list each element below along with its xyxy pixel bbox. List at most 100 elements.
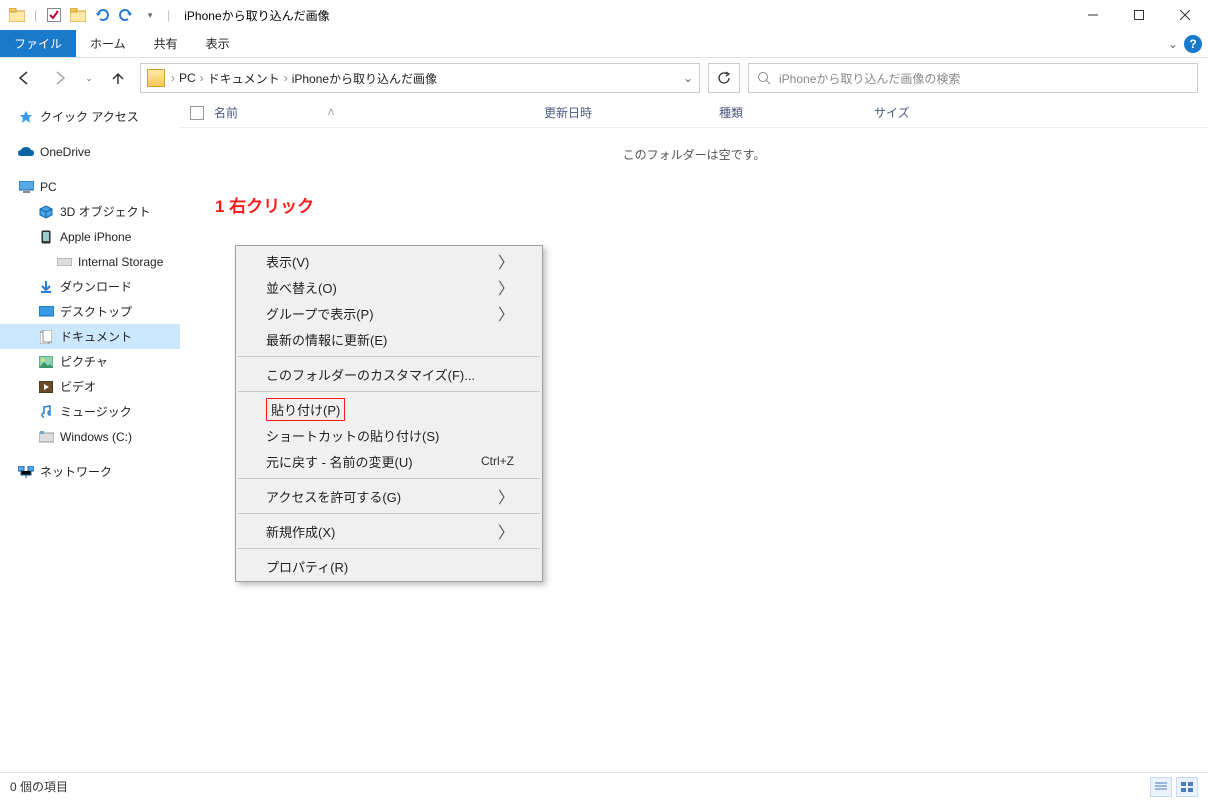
- ctx-label: グループで表示(P): [266, 304, 374, 323]
- close-button[interactable]: [1162, 0, 1208, 30]
- maximize-button[interactable]: [1116, 0, 1162, 30]
- ctx-separator: [238, 478, 540, 479]
- sidebar-item-label: Windows (C:): [60, 430, 132, 444]
- ctx-sort[interactable]: 並べ替え(O) 〉: [236, 274, 542, 300]
- folder-icon: [147, 69, 165, 87]
- submenu-arrow-icon: 〉: [498, 301, 514, 325]
- ctx-refresh[interactable]: 最新の情報に更新(E): [236, 326, 542, 352]
- sidebar-pc[interactable]: PC: [0, 174, 180, 199]
- crumb-documents[interactable]: ドキュメント: [208, 70, 280, 87]
- submenu-arrow-icon: 〉: [498, 519, 514, 543]
- submenu-arrow-icon: 〉: [498, 275, 514, 299]
- pictures-icon: [38, 354, 54, 370]
- refresh-button[interactable]: [708, 63, 740, 93]
- ctx-separator: [238, 391, 540, 392]
- thumbnails-view-button[interactable]: [1176, 777, 1198, 797]
- minimize-button[interactable]: [1070, 0, 1116, 30]
- ctx-label: 並べ替え(O): [266, 278, 337, 297]
- sidebar-item-label: OneDrive: [40, 145, 91, 159]
- ctx-view[interactable]: 表示(V) 〉: [236, 248, 542, 274]
- tab-file[interactable]: ファイル: [0, 30, 76, 57]
- crumb-pc[interactable]: PC: [179, 71, 196, 85]
- annotation-1: 1 右クリック: [215, 192, 314, 217]
- pc-icon: [18, 179, 34, 195]
- tab-home[interactable]: ホーム: [76, 30, 140, 57]
- sidebar-3d-objects[interactable]: 3D オブジェクト: [0, 199, 180, 224]
- ctx-separator: [238, 356, 540, 357]
- sidebar-downloads[interactable]: ダウンロード: [0, 274, 180, 299]
- sidebar-onedrive[interactable]: OneDrive: [0, 139, 180, 164]
- ctx-paste[interactable]: 貼り付け(P): [236, 396, 542, 422]
- folder-icon: [6, 4, 28, 26]
- tab-share[interactable]: 共有: [140, 30, 192, 57]
- ctx-properties[interactable]: プロパティ(R): [236, 553, 542, 579]
- sidebar-apple-iphone[interactable]: Apple iPhone: [0, 224, 180, 249]
- properties-checkbox-icon[interactable]: [43, 4, 65, 26]
- navigation-pane: クイック アクセス OneDrive PC 3D オブジェクト Ap: [0, 98, 180, 770]
- address-bar-row: ⌄ › PC › ドキュメント › iPhoneから取り込んだ画像 ⌄ iPho…: [0, 58, 1208, 98]
- undo-icon[interactable]: [91, 4, 113, 26]
- submenu-arrow-icon: 〉: [498, 484, 514, 508]
- ctx-separator: [238, 513, 540, 514]
- window-title: iPhoneから取り込んだ画像: [184, 7, 329, 24]
- ctx-group[interactable]: グループで表示(P) 〉: [236, 300, 542, 326]
- back-button[interactable]: [10, 64, 38, 92]
- sidebar-item-label: PC: [40, 180, 57, 194]
- search-icon: [757, 71, 771, 85]
- address-dropdown-icon[interactable]: ⌄: [683, 71, 693, 85]
- sidebar-windows-c[interactable]: Windows (C:): [0, 424, 180, 449]
- select-all-checkbox[interactable]: [190, 106, 204, 120]
- details-view-button[interactable]: [1150, 777, 1172, 797]
- sidebar-music[interactable]: ミュージック: [0, 399, 180, 424]
- ctx-label: プロパティ(R): [266, 557, 348, 576]
- new-folder-icon[interactable]: [67, 4, 89, 26]
- sidebar-videos[interactable]: ビデオ: [0, 374, 180, 399]
- status-bar: 0 個の項目: [0, 772, 1208, 800]
- ctx-label: 元に戻す - 名前の変更(U): [266, 452, 413, 471]
- sidebar-quick-access[interactable]: クイック アクセス: [0, 104, 180, 129]
- column-date[interactable]: 更新日時: [544, 104, 719, 121]
- sidebar-documents[interactable]: ドキュメント: [0, 324, 180, 349]
- sidebar-desktop[interactable]: デスクトップ: [0, 299, 180, 324]
- separator: |: [163, 8, 174, 22]
- ctx-give-access[interactable]: アクセスを許可する(G) 〉: [236, 483, 542, 509]
- ctx-customize[interactable]: このフォルダーのカスタマイズ(F)...: [236, 361, 542, 387]
- sidebar-item-label: Apple iPhone: [60, 230, 131, 244]
- ctx-new[interactable]: 新規作成(X) 〉: [236, 518, 542, 544]
- redo-icon[interactable]: [115, 4, 137, 26]
- breadcrumb[interactable]: › PC › ドキュメント › iPhoneから取り込んだ画像: [171, 70, 437, 87]
- quick-access-toolbar: | ▾ |: [6, 4, 174, 26]
- ctx-label: ショートカットの貼り付け(S): [266, 426, 439, 445]
- sidebar-internal-storage[interactable]: Internal Storage: [0, 249, 180, 274]
- help-icon[interactable]: ?: [1184, 35, 1202, 53]
- sidebar-item-label: クイック アクセス: [40, 108, 139, 125]
- search-box[interactable]: iPhoneから取り込んだ画像の検索: [748, 63, 1198, 93]
- ribbon-tabs: ファイル ホーム 共有 表示 ⌄ ?: [0, 30, 1208, 58]
- column-name[interactable]: 名前 ᐱ: [214, 104, 544, 121]
- address-bar[interactable]: › PC › ドキュメント › iPhoneから取り込んだ画像 ⌄: [140, 63, 700, 93]
- sidebar-pictures[interactable]: ピクチャ: [0, 349, 180, 374]
- ctx-paste-shortcut[interactable]: ショートカットの貼り付け(S): [236, 422, 542, 448]
- phone-icon: [38, 229, 54, 245]
- qat-dropdown-icon[interactable]: ▾: [139, 4, 161, 26]
- column-size[interactable]: サイズ: [874, 104, 974, 121]
- recent-dropdown-icon[interactable]: ⌄: [82, 64, 96, 92]
- column-type[interactable]: 種類: [719, 104, 874, 121]
- tab-view[interactable]: 表示: [192, 30, 244, 57]
- cloud-icon: [18, 144, 34, 160]
- ribbon-collapse-icon[interactable]: ⌄: [1168, 37, 1178, 51]
- up-button[interactable]: [104, 64, 132, 92]
- sidebar-item-label: デスクトップ: [60, 303, 132, 320]
- drive-icon: [56, 254, 72, 270]
- ctx-undo[interactable]: 元に戻す - 名前の変更(U) Ctrl+Z: [236, 448, 542, 474]
- sidebar-network[interactable]: ネットワーク: [0, 459, 180, 484]
- forward-button[interactable]: [46, 64, 74, 92]
- crumb-current[interactable]: iPhoneから取り込んだ画像: [292, 70, 437, 87]
- desktop-icon: [38, 304, 54, 320]
- ctx-label: このフォルダーのカスタマイズ(F)...: [266, 365, 475, 384]
- sidebar-item-label: Internal Storage: [78, 255, 163, 269]
- ctx-label: 貼り付け(P): [266, 398, 345, 421]
- ctx-label: 表示(V): [266, 252, 309, 271]
- sidebar-item-label: ダウンロード: [60, 278, 132, 295]
- sidebar-item-label: ピクチャ: [60, 353, 108, 370]
